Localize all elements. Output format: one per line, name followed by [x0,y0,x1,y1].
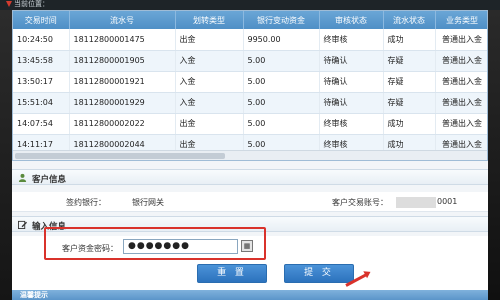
table-cell: 成功 [383,29,436,51]
table-cell: 13:45:58 [13,50,70,72]
account-label: 客户交易账号： [332,198,388,207]
table-cell: 13:50:17 [13,71,70,93]
horizontal-scrollbar[interactable] [13,150,487,160]
table-row[interactable]: 10:24:50 18112800001475 出金 9950.00 终审核 成… [13,29,487,51]
scrollbar-thumb[interactable] [15,153,225,159]
transaction-table: 交易时间 流水号 划转类型 银行变动资金 审核状态 流水状态 业务类型 10:2… [13,11,487,156]
column-header[interactable]: 流水号 [69,11,176,29]
table-row[interactable]: 13:50:17 18112800001921 入金 5.00 待确认 存疑 普… [13,71,487,93]
table-cell: 存疑 [383,50,436,72]
section-title: 温馨提示 [20,291,48,299]
breadcrumb: 当前位置： [14,0,49,8]
column-header[interactable]: 业务类型 [435,11,487,29]
table-cell: 10:24:50 [13,29,70,51]
column-header[interactable]: 划转类型 [175,11,244,29]
table-cell: 普通出入金 [435,71,487,93]
left-background [0,10,12,300]
table-cell: 普通出入金 [435,29,487,51]
table-cell: 入金 [175,50,244,72]
table-cell: 5.00 [243,92,320,114]
account-value: 0001 [437,197,458,206]
table-cell: 普通出入金 [435,92,487,114]
table-cell: 出金 [175,29,244,51]
table-cell: 终审核 [319,113,384,135]
column-header[interactable]: 流水状态 [383,11,436,29]
table-row[interactable]: 13:45:58 18112800001905 入金 5.00 待确认 存疑 普… [13,50,487,72]
customer-info-row: 签约银行： 银行网关 客户交易账号： 0001 [12,192,488,212]
table-cell: 成功 [383,113,436,135]
table-cell: 15:51:04 [13,92,70,114]
account-redaction [396,197,436,208]
top-bar: 当前位置： [0,0,500,10]
bank-label: 签约银行： [66,198,106,207]
tips-header: 温馨提示 [12,290,488,300]
section-title: 客户信息 [32,175,67,185]
table-cell: 18112800001921 [69,71,176,93]
table-row[interactable]: 15:51:04 18112800001929 入金 5.00 待确认 存疑 普… [13,92,487,114]
table-header-row: 交易时间 流水号 划转类型 银行变动资金 审核状态 流水状态 业务类型 [13,11,487,29]
table-cell: 待确认 [319,71,384,93]
right-background [488,10,500,300]
transaction-grid: 交易时间 流水号 划转类型 银行变动资金 审核状态 流水状态 业务类型 10:2… [12,10,488,161]
column-header[interactable]: 银行变动资金 [243,11,320,29]
table-cell: 普通出入金 [435,50,487,72]
location-marker-icon [6,1,12,7]
table-cell: 待确认 [319,92,384,114]
table-cell: 待确认 [319,50,384,72]
table-cell: 入金 [175,92,244,114]
table-cell: 出金 [175,113,244,135]
table-cell: 普通出入金 [435,113,487,135]
column-header[interactable]: 交易时间 [13,11,70,29]
column-header[interactable]: 审核状态 [319,11,384,29]
table-cell: 18112800001905 [69,50,176,72]
table-cell: 存疑 [383,71,436,93]
table-cell: 18112800001475 [69,29,176,51]
password-input[interactable]: ●●●●●●● [123,239,238,254]
table-cell: 18112800002022 [69,113,176,135]
submit-button[interactable]: 提 交 [284,264,354,283]
customer-info-header: 客户信息 [12,169,488,185]
password-label: 客户资金密码： [62,244,118,253]
table-row[interactable]: 14:07:54 18112800002022 出金 5.00 终审核 成功 普… [13,113,487,135]
table-cell: 入金 [175,71,244,93]
table-cell: 18112800001929 [69,92,176,114]
table-cell: 存疑 [383,92,436,114]
user-icon [18,173,27,182]
table-cell: 终审核 [319,29,384,51]
reset-button[interactable]: 重 置 [197,264,267,283]
edit-icon [18,220,27,229]
bank-value: 银行网关 [132,198,164,207]
table-cell: 14:07:54 [13,113,70,135]
table-cell: 5.00 [243,50,320,72]
table-cell: 9950.00 [243,29,320,51]
keyboard-icon[interactable]: ▦ [241,240,253,252]
table-cell: 5.00 [243,113,320,135]
table-cell: 5.00 [243,71,320,93]
